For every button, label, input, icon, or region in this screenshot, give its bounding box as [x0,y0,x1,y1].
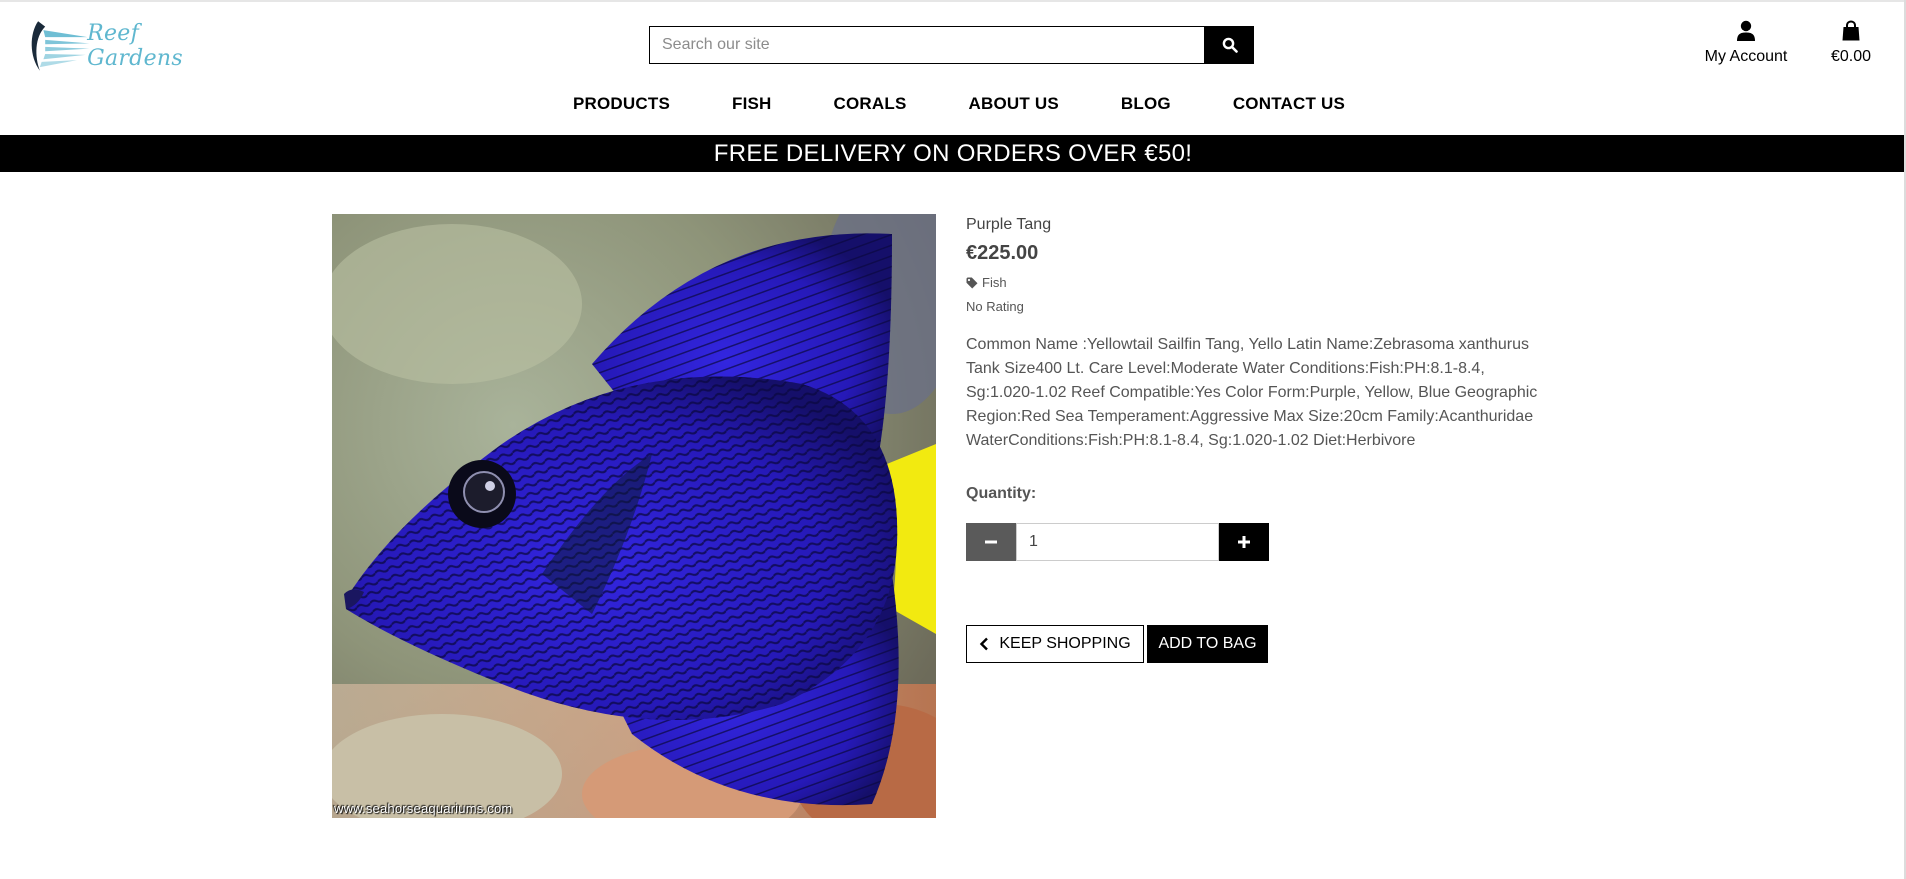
chevron-left-icon [980,637,989,651]
add-to-bag-label: ADD TO BAG [1158,635,1257,652]
my-account-link[interactable]: My Account [1700,20,1792,66]
product-category-link[interactable]: Fish [966,275,1566,290]
plus-icon [1238,536,1250,548]
minus-icon [985,540,997,544]
image-watermark: www.seahorseaquariums.com [334,801,513,816]
free-delivery-banner: FREE DELIVERY ON ORDERS OVER €50! [0,135,1906,172]
my-account-label: My Account [1704,48,1788,65]
product-price: €225.00 [966,242,1039,264]
fish-photo [332,214,936,818]
search-button[interactable] [1205,26,1254,64]
nav-item-contact-us[interactable]: CONTACT US [1233,94,1345,122]
product-rating: No Rating [966,299,1024,314]
decrement-quantity-button[interactable] [966,523,1016,561]
tag-icon [966,277,978,288]
logo-text: Reef Gardens [87,21,183,71]
product-name: Purple Tang [966,216,1052,233]
banner-text: FREE DELIVERY ON ORDERS OVER €50! [713,139,1193,167]
search-icon [1222,37,1238,53]
nav-item-corals[interactable]: CORALS [834,94,907,122]
product-image: www.seahorseaquariums.com [332,214,936,818]
keep-shopping-button[interactable]: KEEP SHOPPING [966,625,1144,663]
increment-quantity-button[interactable] [1219,523,1269,561]
quantity-input[interactable] [1016,523,1219,561]
shopping-bag-link[interactable]: €0.00 [1826,20,1876,66]
search-form [649,26,1254,64]
user-icon [1737,20,1755,41]
site-logo[interactable]: Reef Gardens [24,14,224,78]
product-details: Purple Tang €225.00 Fish No Rating Commo… [966,214,1566,453]
product-description: Common Name :Yellowtail Sailfin Tang, Ye… [966,336,1538,449]
bag-total: €0.00 [1830,48,1872,65]
product-category: Fish [982,275,1007,290]
nav-item-blog[interactable]: BLOG [1121,94,1171,122]
main-nav: PRODUCTS FISH CORALS ABOUT US BLOG CONTA… [0,94,1906,122]
nav-item-fish[interactable]: FISH [732,94,772,122]
logo-fish-icon [31,21,90,71]
search-input[interactable] [649,26,1205,64]
add-to-bag-button[interactable]: ADD TO BAG [1147,625,1268,663]
quantity-label: Quantity: [966,485,1037,502]
shopping-bag-icon [1842,20,1860,41]
nav-item-about-us[interactable]: ABOUT US [969,94,1059,122]
quantity-stepper [966,523,1269,561]
nav-item-products[interactable]: PRODUCTS [573,94,670,122]
site-header: Reef Gardens My Account €0.00 PRODUCTS F… [0,0,1906,135]
keep-shopping-label: KEEP SHOPPING [999,635,1131,652]
